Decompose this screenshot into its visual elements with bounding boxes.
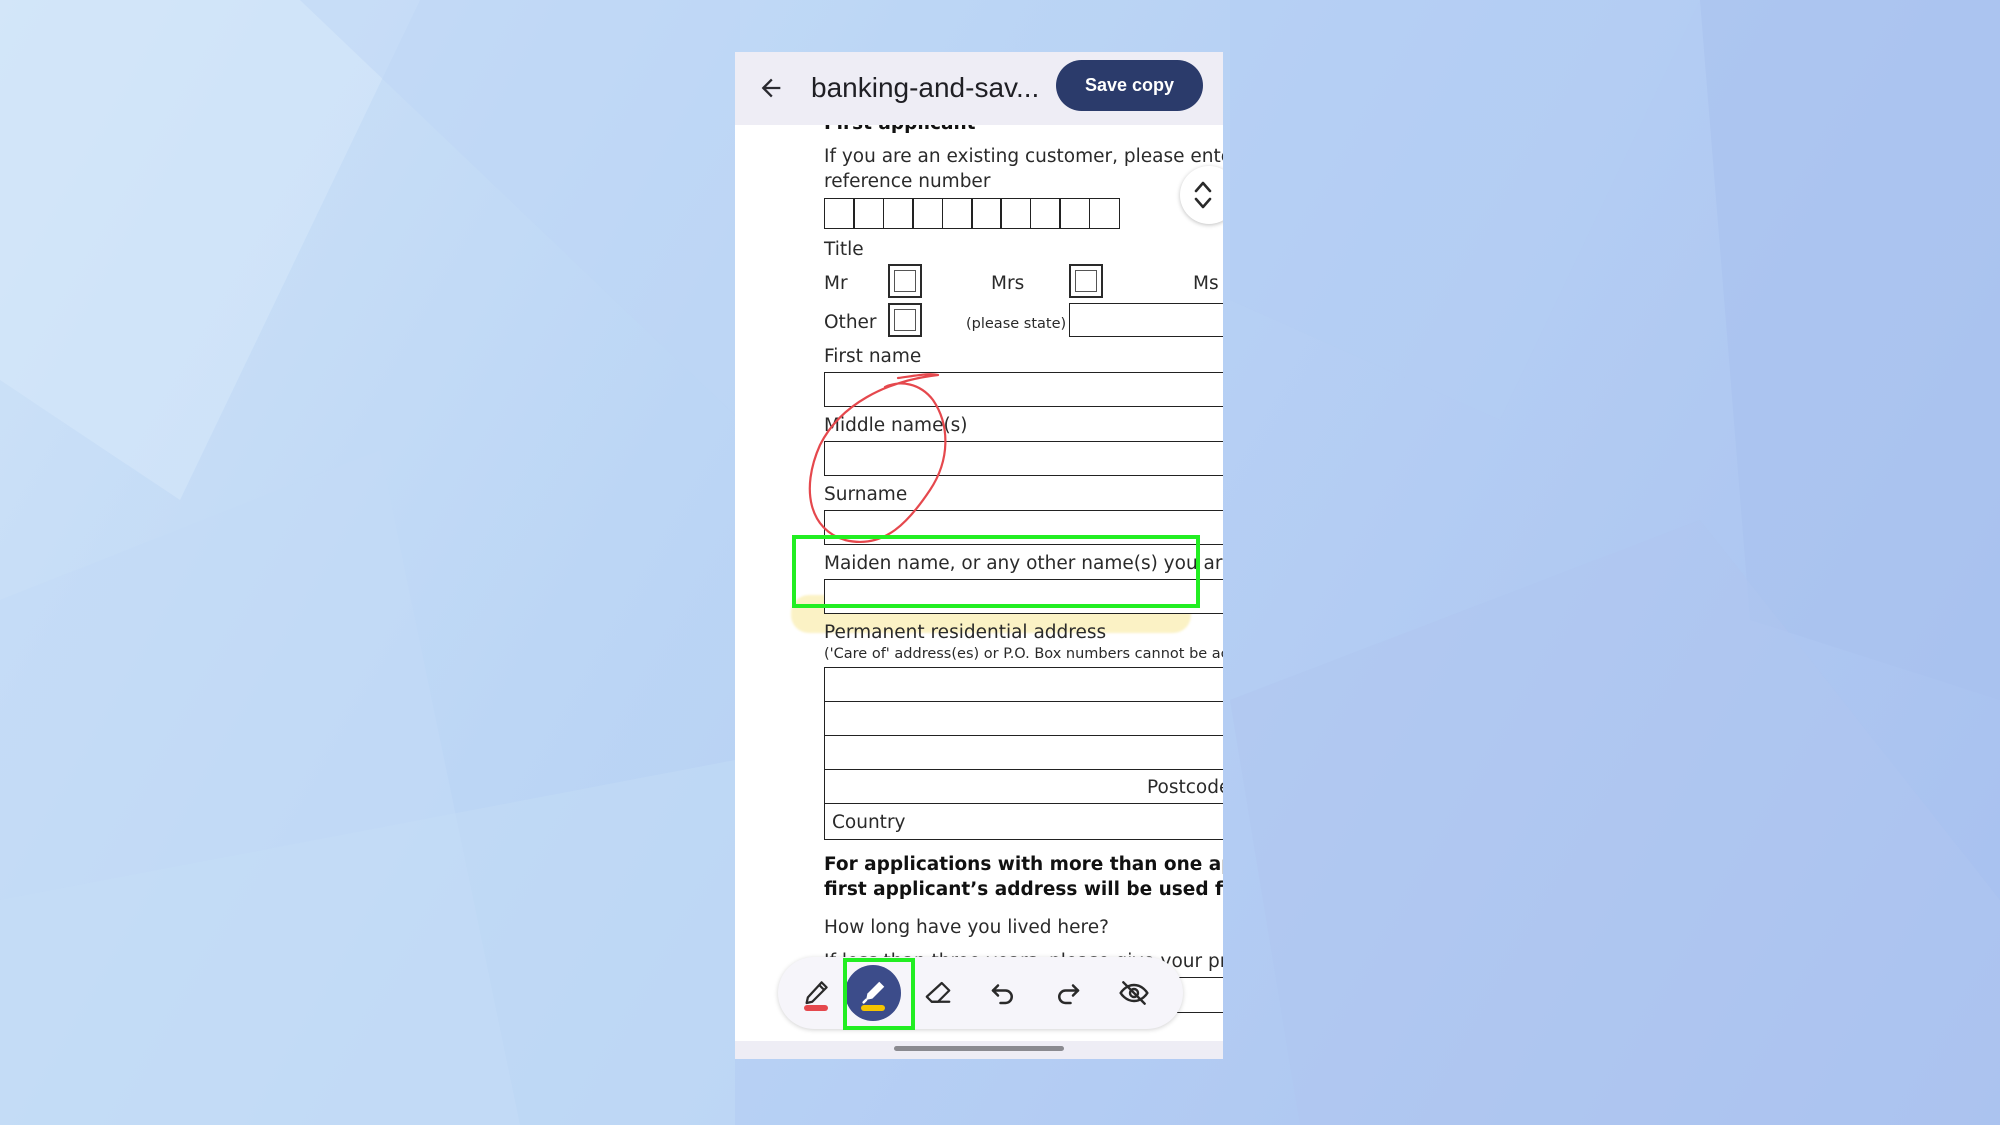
save-copy-button[interactable]: Save copy (1056, 60, 1203, 111)
redo-icon (1058, 984, 1080, 1005)
arrow-back-icon (761, 78, 781, 98)
annotation-toolbar (778, 957, 1183, 1029)
eraser-icon (925, 981, 951, 1003)
pen-icon (805, 981, 828, 1005)
tutorial-highlight-box (792, 535, 1200, 608)
app-bar: banking-and-sav... Save copy (735, 52, 1223, 125)
eye-off-icon (1119, 981, 1149, 1005)
eraser-tool[interactable] (910, 965, 966, 1021)
undo-icon (991, 984, 1013, 1005)
pen-color-swatch (804, 1005, 828, 1011)
tutorial-tool-highlight-box (843, 958, 915, 1030)
pen-tool[interactable] (788, 965, 844, 1021)
back-button[interactable] (749, 66, 793, 110)
document-title: banking-and-sav... (811, 72, 1040, 103)
hide-annotations-tool[interactable] (1106, 965, 1162, 1021)
gesture-navigation-bar[interactable] (894, 1046, 1064, 1051)
undo-tool[interactable] (975, 965, 1031, 1021)
chevron-up-down-icon (1194, 181, 1212, 209)
redo-tool[interactable] (1040, 965, 1096, 1021)
